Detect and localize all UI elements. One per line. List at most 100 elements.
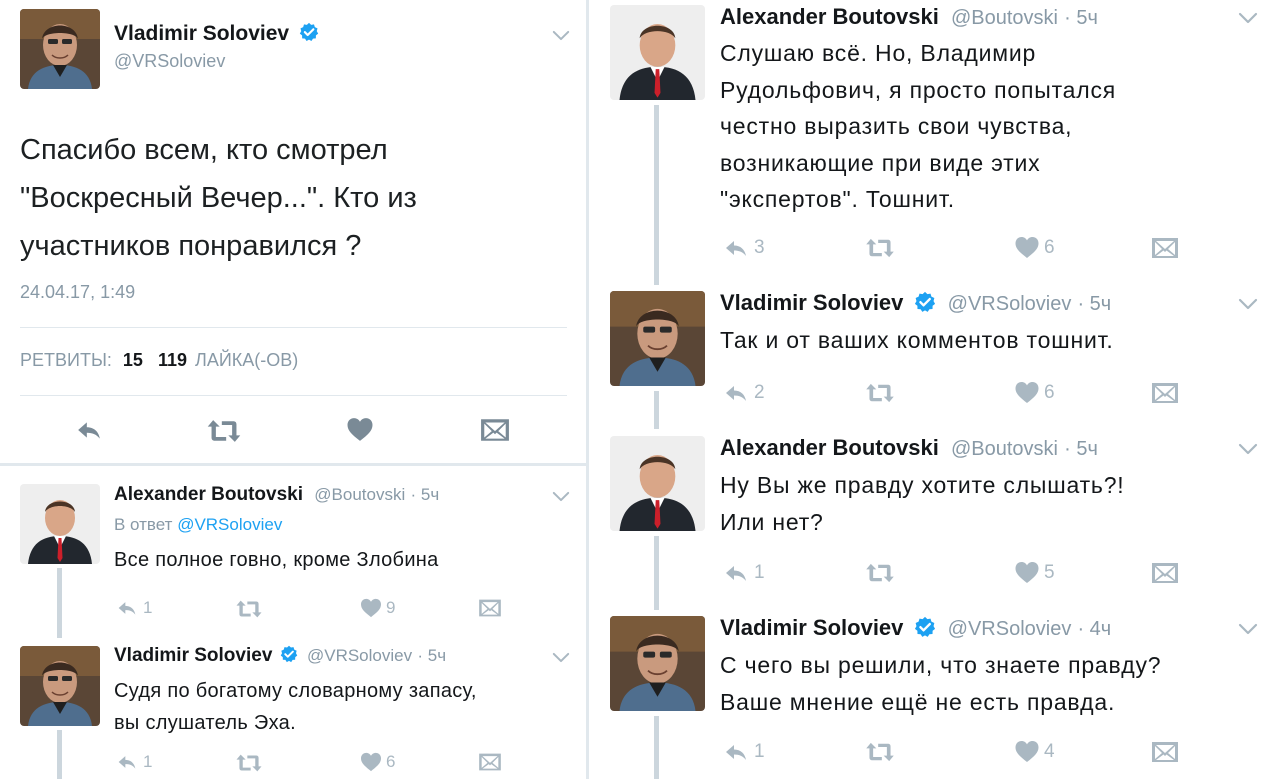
avatar-soloviev[interactable]: [20, 646, 100, 726]
retweet-icon: [234, 753, 264, 773]
likes-label[interactable]: ЛАЙКА(-ОВ): [195, 350, 298, 370]
reply-time[interactable]: · 5ч: [1064, 7, 1098, 29]
chevron-down-icon[interactable]: [1238, 443, 1258, 455]
reply-author-name[interactable]: Alexander Boutovski: [114, 484, 303, 505]
like-button[interactable]: 9: [360, 598, 395, 618]
reply-text-line: С чего вы решили, что знаете правду?: [720, 652, 1162, 678]
reply-to-line: В ответ @VRSoloviev: [114, 515, 282, 535]
reply-author-handle[interactable]: @VRSoloviev: [307, 646, 412, 665]
avatar-image: [20, 484, 100, 564]
reply-author-name[interactable]: Vladimir Soloviev: [720, 290, 903, 315]
reply-text: Ну Вы же правду хотите слышать?! Или нет…: [720, 467, 1125, 540]
avatar-boutovski[interactable]: [20, 484, 100, 564]
retweet-button[interactable]: [234, 599, 264, 619]
reply-button[interactable]: 1: [115, 598, 152, 618]
reply-button[interactable]: 2: [722, 381, 765, 405]
heart-icon: [360, 752, 382, 772]
main-author-handle[interactable]: @VRSoloviev: [114, 51, 225, 72]
reply-author-name[interactable]: Alexander Boutovski: [720, 435, 939, 460]
reply-count: 1: [754, 741, 765, 762]
like-count: 9: [386, 598, 396, 617]
main-dm-button[interactable]: [480, 417, 510, 443]
dm-button[interactable]: [1151, 236, 1179, 260]
avatar-image: [610, 5, 705, 100]
like-button[interactable]: 6: [1014, 236, 1055, 259]
retweets-count[interactable]: 15: [123, 350, 143, 370]
reply-author-handle[interactable]: @VRSoloviev: [948, 293, 1072, 315]
like-button[interactable]: 4: [1014, 740, 1055, 763]
like-button[interactable]: 6: [360, 752, 395, 772]
dm-button[interactable]: [478, 752, 502, 772]
reply-text: Судя по богатому словарному запасу, вы с…: [114, 675, 477, 739]
left-panel: Vladimir Soloviev @VRSoloviev Спасибо вс…: [0, 0, 586, 779]
verified-badge-icon: [914, 291, 936, 313]
divider: [20, 395, 567, 396]
retweet-icon: [863, 562, 897, 584]
main-tweet-line: "Воскресный Вечер...". Кто из: [20, 182, 417, 214]
reply-button[interactable]: 1: [722, 740, 765, 764]
reply-button[interactable]: 1: [115, 752, 152, 772]
retweet-button[interactable]: [863, 741, 897, 763]
retweet-button[interactable]: [234, 753, 264, 773]
like-button[interactable]: 6: [1014, 381, 1055, 404]
chevron-down-icon[interactable]: [1238, 623, 1258, 635]
main-reply-button[interactable]: [74, 417, 104, 443]
main-author-name[interactable]: Vladimir Soloviev: [114, 22, 289, 45]
retweet-button[interactable]: [863, 382, 897, 404]
reply-count: 1: [143, 598, 153, 617]
reply-author-name[interactable]: Vladimir Soloviev: [720, 615, 903, 640]
avatar-soloviev[interactable]: [20, 9, 100, 89]
main-tweet-timestamp[interactable]: 24.04.17, 1:49: [20, 282, 135, 303]
dm-button[interactable]: [1151, 561, 1179, 585]
retweet-icon: [863, 237, 897, 259]
reply-header: Vladimir Soloviev @VRSoloviev · 5ч: [720, 290, 1111, 316]
thread-line: [57, 568, 62, 638]
reply-time[interactable]: · 4ч: [1077, 618, 1111, 640]
reply-text: С чего вы решили, что знаете правду? Ваш…: [720, 647, 1161, 720]
chevron-down-icon[interactable]: [552, 652, 570, 663]
reply-button[interactable]: 3: [722, 236, 765, 260]
heart-icon: [1014, 740, 1040, 763]
reply-text-line: вы слушатель Эха.: [114, 712, 296, 734]
main-like-button[interactable]: [346, 417, 374, 442]
verified-badge-icon: [914, 616, 936, 638]
reply-count: 2: [754, 382, 765, 403]
reply-time[interactable]: · 5ч: [411, 485, 440, 504]
dm-button[interactable]: [478, 598, 502, 618]
dm-button[interactable]: [1151, 740, 1179, 764]
reply-to-prefix: В ответ: [114, 515, 173, 534]
reply-author-handle[interactable]: @Boutovski: [951, 7, 1058, 29]
likes-count[interactable]: 119: [158, 350, 187, 370]
dm-button[interactable]: [1151, 381, 1179, 405]
reply-to-handle-link[interactable]: @VRSoloviev: [177, 515, 282, 534]
thread-line: [654, 536, 659, 610]
retweet-button[interactable]: [863, 562, 897, 584]
reply-author-handle[interactable]: @Boutovski: [951, 438, 1058, 460]
avatar-boutovski[interactable]: [610, 436, 705, 531]
like-count: 4: [1044, 740, 1055, 762]
like-count: 6: [386, 752, 396, 771]
reply-time[interactable]: · 5ч: [1064, 438, 1098, 460]
main-retweet-button[interactable]: [205, 418, 243, 444]
reply-button[interactable]: 1: [722, 561, 765, 585]
reply-text-line: Слушаю всё. Но, Владимир: [720, 40, 1037, 66]
reply-author-name[interactable]: Vladimir Soloviev: [114, 645, 272, 666]
reply-time[interactable]: · 5ч: [417, 646, 446, 665]
avatar-soloviev[interactable]: [610, 616, 705, 711]
avatar-boutovski[interactable]: [610, 5, 705, 100]
thread-line: [654, 391, 659, 429]
retweets-label[interactable]: РЕТВИТЫ:: [20, 350, 112, 370]
reply-author-name[interactable]: Alexander Boutovski: [720, 4, 939, 29]
reply-time[interactable]: · 5ч: [1077, 293, 1111, 315]
chevron-down-icon[interactable]: [552, 491, 570, 502]
reply-text: Так и от ваших комментов тошнит.: [720, 327, 1114, 353]
reply-author-handle[interactable]: @VRSoloviev: [948, 618, 1072, 640]
like-button[interactable]: 5: [1014, 561, 1055, 584]
avatar-soloviev[interactable]: [610, 291, 705, 386]
chevron-down-icon[interactable]: [1238, 298, 1258, 310]
retweet-button[interactable]: [863, 237, 897, 259]
chevron-down-icon[interactable]: [552, 30, 570, 41]
chevron-down-icon[interactable]: [1238, 12, 1258, 24]
reply-author-handle[interactable]: @Boutovski: [314, 485, 405, 504]
reply-text-line: Или нет?: [720, 508, 824, 535]
